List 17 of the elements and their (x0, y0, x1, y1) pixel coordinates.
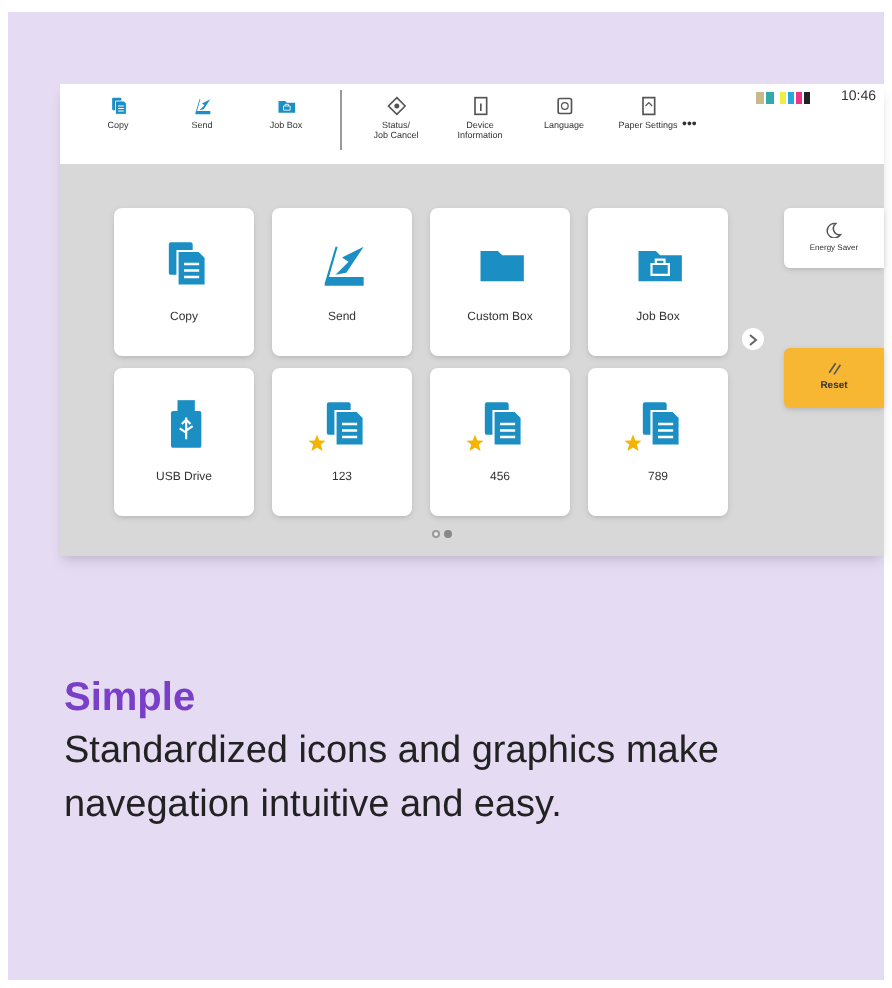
star-icon (624, 433, 642, 451)
paper-plane-icon (192, 96, 212, 116)
chevron-right-icon (748, 333, 758, 345)
star-icon (466, 433, 484, 451)
diamond-icon (386, 96, 406, 116)
toner-level-icon (756, 92, 813, 105)
description: Standardized icons and graphics make navegation intuitive and easy. (64, 728, 721, 830)
moon-icon (826, 222, 842, 238)
double-slash-icon (826, 360, 842, 377)
folder-tray-icon (276, 96, 296, 116)
heading: Simple (64, 674, 198, 724)
info-panel-icon (470, 96, 490, 116)
document-stack-icon (108, 96, 128, 116)
language-icon (554, 96, 574, 116)
paper-icon (638, 96, 658, 116)
next-page-button[interactable] (742, 328, 764, 350)
star-icon (308, 433, 326, 451)
